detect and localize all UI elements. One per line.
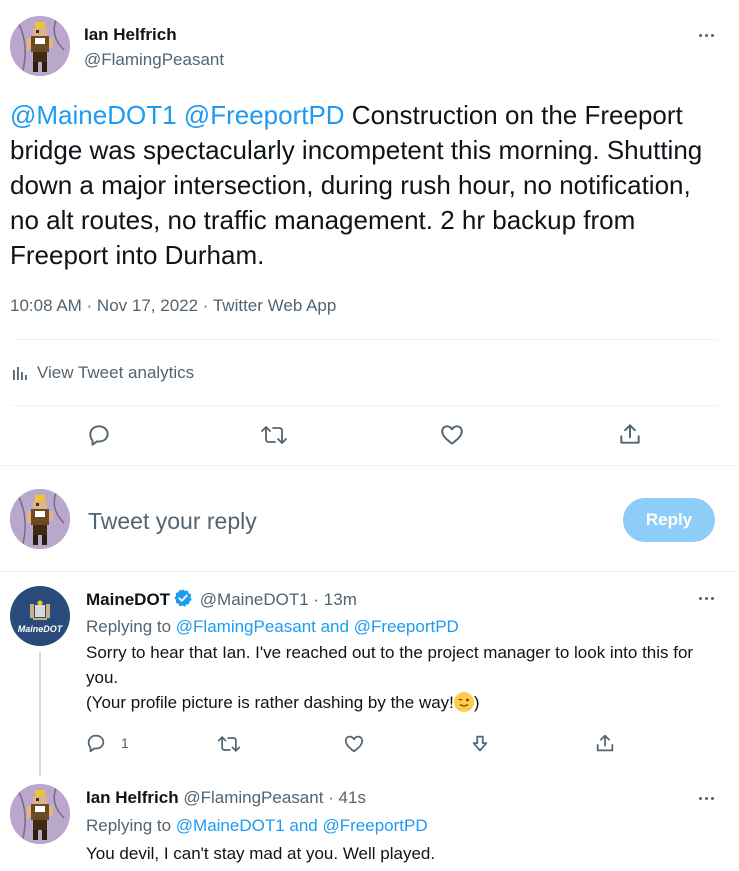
verified-badge-icon xyxy=(174,589,192,607)
divider xyxy=(0,465,739,466)
retweet-icon xyxy=(261,426,287,444)
mention-mainedot[interactable]: @MaineDOT1 xyxy=(10,100,177,130)
comment-icon xyxy=(87,734,105,753)
reply-1-time[interactable]: · 13m xyxy=(309,590,356,609)
mention-freeportpd[interactable]: @FreeportPD xyxy=(184,100,345,130)
share-icon xyxy=(596,734,614,752)
reply-1-reply-count: 1 xyxy=(121,735,129,751)
tweet-text: @MaineDOT1 @FreeportPD Construction on t… xyxy=(10,98,710,273)
reply-1-header: MaineDOT @MaineDOT1 · 13m xyxy=(86,588,357,610)
reply-1-text-2: (Your profile picture is rather dashing … xyxy=(86,692,480,712)
divider xyxy=(12,405,718,406)
retweet-icon xyxy=(217,736,241,752)
reply-2-handle[interactable]: @FlamingPeasant xyxy=(183,788,323,807)
downvote-arrow-icon xyxy=(472,735,488,752)
reply-2-avatar[interactable] xyxy=(10,784,70,844)
reply-1-replying-to: Replying to @FlamingPeasant and @Freepor… xyxy=(86,617,459,636)
view-analytics-link[interactable]: View Tweet analytics xyxy=(11,363,194,383)
composer-avatar[interactable] xyxy=(10,489,70,549)
reply-input[interactable]: Tweet your reply xyxy=(88,508,257,535)
avatar-wordmark: MaineDOT xyxy=(17,623,63,634)
tweet-timestamp[interactable]: 10:08 AM · Nov 17, 2022 · Twitter Web Ap… xyxy=(10,296,336,316)
reply-2-text: You devil, I can't stay mad at you. Well… xyxy=(86,844,436,863)
reply-1-handle[interactable]: @MaineDOT1 xyxy=(200,590,309,609)
analytics-icon xyxy=(13,367,27,380)
reply-1-retweet-button[interactable] xyxy=(217,733,241,755)
pixel-art-avatar-icon xyxy=(10,784,70,844)
divider xyxy=(0,571,739,572)
like-button[interactable] xyxy=(439,422,465,448)
pixel-art-avatar-icon xyxy=(10,489,70,549)
pixel-art-avatar-icon xyxy=(10,16,70,76)
heart-icon xyxy=(344,735,364,753)
reply-1-text: Sorry to hear that Ian. I've reached out… xyxy=(86,643,694,687)
share-icon xyxy=(620,424,640,444)
divider xyxy=(12,339,718,340)
reply-1-share-button[interactable] xyxy=(594,732,616,754)
winking-face-icon xyxy=(453,692,474,712)
reply-submit-button[interactable]: Reply xyxy=(623,498,715,542)
thread-connector xyxy=(39,652,41,776)
reply-1-like-button[interactable] xyxy=(343,733,365,755)
mainedot-avatar[interactable]: MaineDOT xyxy=(10,586,70,646)
heart-icon xyxy=(441,425,463,445)
retweet-button[interactable] xyxy=(260,422,288,448)
comment-icon xyxy=(89,425,109,446)
state-seal-icon xyxy=(30,600,50,620)
reply-1-author-name[interactable]: MaineDOT xyxy=(86,590,170,609)
analytics-label: View Tweet analytics xyxy=(37,363,195,382)
reply-2-more-icon[interactable] xyxy=(694,791,718,805)
reply-1-more-icon[interactable] xyxy=(694,591,718,605)
author-avatar[interactable] xyxy=(10,16,70,76)
author-name[interactable]: Ian Helfrich xyxy=(84,25,177,45)
reply-1-reply-button[interactable]: 1 xyxy=(85,732,129,754)
more-options-icon[interactable] xyxy=(694,28,718,42)
reply-2-time[interactable]: · 41s xyxy=(323,788,366,807)
share-button[interactable] xyxy=(617,421,643,447)
reply-1-downvote-button[interactable] xyxy=(469,733,491,755)
reply-2-replying-to-users[interactable]: @MaineDOT1 and @FreeportPD xyxy=(176,816,428,835)
reply-2-header: Ian Helfrich @FlamingPeasant · 41s xyxy=(86,788,366,808)
author-handle[interactable]: @FlamingPeasant xyxy=(84,50,224,70)
reply-1-replying-to-users[interactable]: @FlamingPeasant and @FreeportPD xyxy=(176,617,459,636)
reply-2-replying-to: Replying to @MaineDOT1 and @FreeportPD xyxy=(86,816,428,835)
reply-button[interactable] xyxy=(86,422,112,448)
reply-2-author-name[interactable]: Ian Helfrich xyxy=(86,788,179,807)
